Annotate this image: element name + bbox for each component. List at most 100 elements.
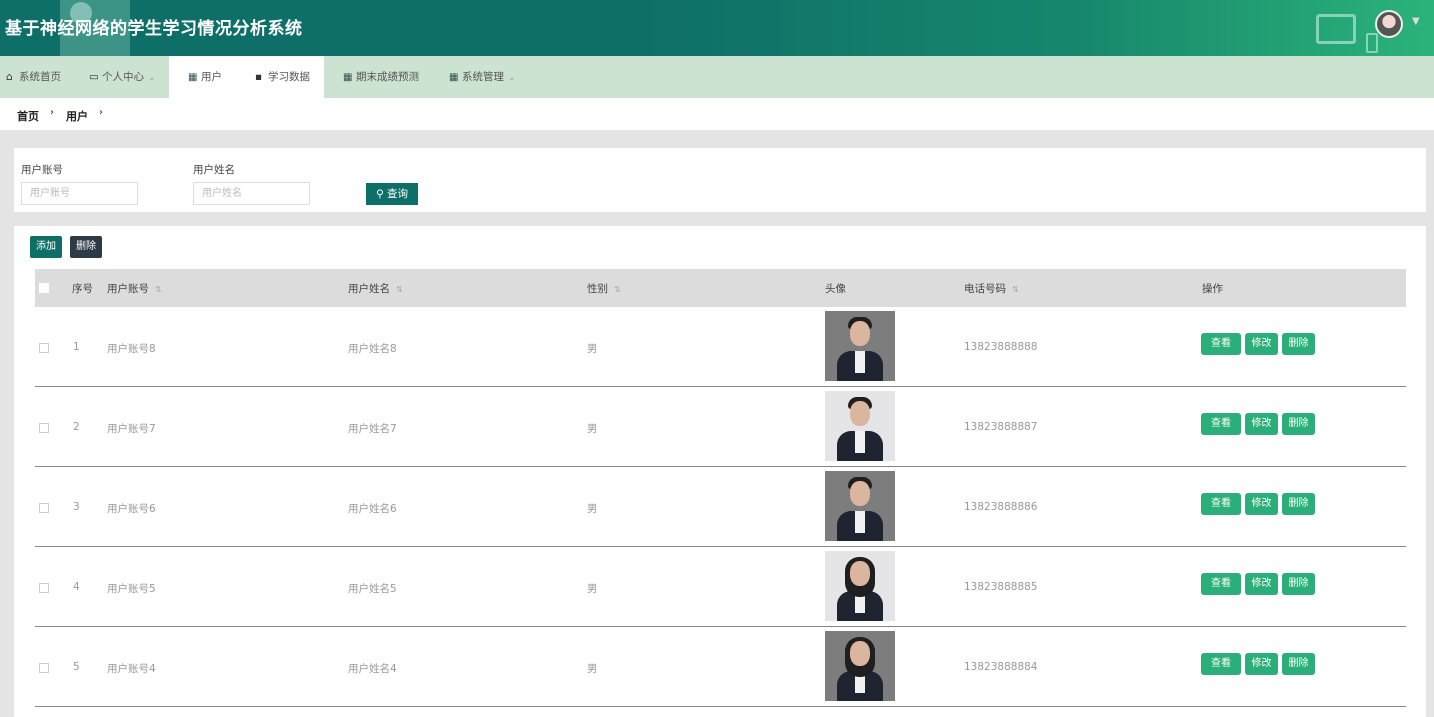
row-checkbox[interactable]: [39, 343, 49, 353]
sort-icon: ⇅: [614, 285, 621, 294]
edit-button[interactable]: 修改: [1245, 493, 1278, 515]
search-icon: ⚲: [375, 188, 384, 200]
nav-label: 个人中心: [102, 71, 144, 83]
id-card-icon: ▭: [89, 71, 99, 83]
row-checkbox[interactable]: [39, 583, 49, 593]
edit-button[interactable]: 修改: [1245, 333, 1278, 355]
col-index: 序号: [72, 283, 93, 295]
user-table-panel: 添加 删除 序号 用户账号 ⇅ 用户姓名 ⇅ 性别 ⇅ 头像 电话号码 ⇅ 操作 1 用户…: [14, 226, 1426, 717]
delete-button[interactable]: 删除: [1282, 333, 1315, 355]
breadcrumb-current: 用户: [66, 110, 88, 123]
sort-icon: ⇅: [396, 285, 403, 294]
col-account[interactable]: 用户账号 ⇅: [107, 281, 162, 296]
nav-label: 用户: [201, 71, 222, 83]
add-button[interactable]: 添加: [30, 236, 62, 258]
delete-button[interactable]: 删除: [1282, 413, 1315, 435]
edit-button[interactable]: 修改: [1245, 573, 1278, 595]
cell-account: 用户账号7: [107, 423, 156, 435]
cell-gender: 男: [587, 343, 598, 355]
table-row: 4 用户账号5 用户姓名5 男 13823888885 查看 修改 删除: [35, 547, 1406, 627]
query-button[interactable]: ⚲ 查询: [366, 183, 418, 205]
cell-phone: 13823888884: [964, 661, 1038, 673]
grid-icon: ▦: [188, 72, 198, 83]
cell-name: 用户姓名5: [348, 583, 397, 595]
view-button[interactable]: 查看: [1201, 573, 1241, 595]
cell-account: 用户账号6: [107, 503, 156, 515]
cell-account: 用户账号5: [107, 583, 156, 595]
nav-label: 学习数据: [268, 71, 310, 83]
edit-button[interactable]: 修改: [1245, 413, 1278, 435]
nav-item-home[interactable]: ⌂ 系统首页: [6, 56, 61, 98]
row-checkbox[interactable]: [39, 423, 49, 433]
delete-button[interactable]: 删除: [1282, 653, 1315, 675]
nav-item-study-data[interactable]: ▪ 学习数据: [255, 56, 310, 98]
delete-button[interactable]: 删除: [1282, 493, 1315, 515]
nav-label: 系统管理: [462, 71, 504, 83]
nav-item-system[interactable]: ▦ 系统管理 ⌄: [449, 56, 516, 98]
select-all-checkbox[interactable]: [39, 283, 49, 293]
user-avatar[interactable]: [1375, 10, 1403, 38]
cell-account: 用户账号8: [107, 343, 156, 355]
col-actions: 操作: [1202, 283, 1223, 295]
chevron-down-icon[interactable]: ▼: [1412, 16, 1420, 27]
nav-label: 期末成绩预测: [356, 71, 419, 83]
photo-head: [850, 401, 870, 426]
app-header: 基于神经网络的学生学习情况分析系统 ▼: [0, 0, 1434, 56]
view-button[interactable]: 查看: [1201, 413, 1241, 435]
nav-item-profile[interactable]: ▭ 个人中心 ⌄: [89, 56, 156, 98]
col-label: 性别: [587, 283, 608, 295]
table-header: 序号 用户账号 ⇅ 用户姓名 ⇅ 性别 ⇅ 头像 电话号码 ⇅ 操作: [35, 269, 1406, 307]
nav-label: 系统首页: [19, 71, 61, 83]
table-row: 1 用户账号8 用户姓名8 男 13823888888 查看 修改 删除: [35, 307, 1406, 387]
cell-gender: 男: [587, 423, 598, 435]
col-phone[interactable]: 电话号码 ⇅: [964, 281, 1019, 296]
col-name[interactable]: 用户姓名 ⇅: [348, 281, 403, 296]
cell-phone: 13823888885: [964, 581, 1038, 593]
chevron-right-icon: ›: [99, 107, 103, 118]
account-input[interactable]: [21, 182, 138, 205]
edit-button[interactable]: 修改: [1245, 653, 1278, 675]
breadcrumb: 首页 › 用户 ›: [0, 98, 1434, 130]
avatar-photo[interactable]: [825, 311, 895, 381]
name-input[interactable]: [193, 182, 310, 205]
col-avatar: 头像: [825, 283, 846, 295]
table-row: 3 用户账号6 用户姓名6 男 13823888886 查看 修改 删除: [35, 467, 1406, 547]
delete-button[interactable]: 删除: [1282, 573, 1315, 595]
avatar-photo[interactable]: [825, 551, 895, 621]
avatar-photo[interactable]: [825, 391, 895, 461]
col-gender[interactable]: 性别 ⇅: [587, 281, 621, 296]
cell-name: 用户姓名7: [348, 423, 397, 435]
sort-icon: ⇅: [155, 285, 162, 294]
view-button[interactable]: 查看: [1201, 653, 1241, 675]
cell-phone: 13823888887: [964, 421, 1038, 433]
cell-gender: 男: [587, 503, 598, 515]
cell-name: 用户姓名6: [348, 503, 397, 515]
breadcrumb-home[interactable]: 首页: [17, 108, 39, 124]
chevron-right-icon: ›: [50, 107, 54, 118]
nav-item-users[interactable]: ▦ 用户 ▪ 学习数据: [169, 56, 324, 98]
cell-name: 用户姓名4: [348, 663, 397, 675]
cell-index: 2: [73, 421, 80, 433]
photo-shirt: [855, 431, 865, 453]
app-title: 基于神经网络的学生学习情况分析系统: [5, 19, 303, 39]
batch-delete-button[interactable]: 删除: [70, 236, 102, 258]
col-label: 用户账号: [107, 283, 149, 295]
photo-head: [850, 641, 870, 666]
grid-icon: ▦: [449, 72, 459, 83]
avatar-photo[interactable]: [825, 631, 895, 701]
cell-index: 1: [73, 341, 80, 353]
cell-index: 4: [73, 581, 80, 593]
sort-icon: ⇅: [1012, 285, 1019, 294]
cell-gender: 男: [587, 583, 598, 595]
view-button[interactable]: 查看: [1201, 333, 1241, 355]
photo-head: [850, 481, 870, 506]
avatar-photo[interactable]: [825, 471, 895, 541]
row-checkbox[interactable]: [39, 663, 49, 673]
nav-item-score-prediction[interactable]: ▦ 期末成绩预测: [343, 56, 419, 98]
row-checkbox[interactable]: [39, 503, 49, 513]
view-button[interactable]: 查看: [1201, 493, 1241, 515]
table-row: 2 用户账号7 用户姓名7 男 13823888887 查看 修改 删除: [35, 387, 1406, 467]
cell-index: 3: [73, 501, 80, 513]
chevron-down-icon: ⌄: [148, 73, 156, 83]
monitor-decoration: [1316, 14, 1356, 44]
